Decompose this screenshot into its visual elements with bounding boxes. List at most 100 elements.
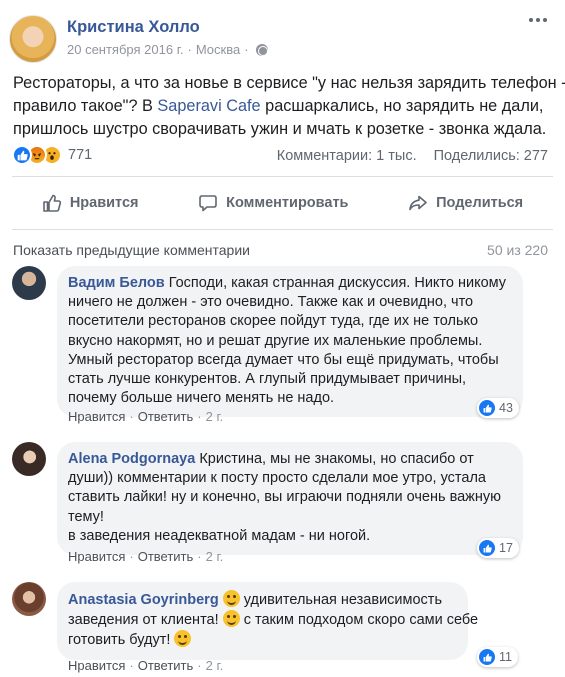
- share-arrow-icon: [409, 195, 427, 211]
- comment-actions-dot: ·: [129, 658, 134, 673]
- post-text-fragment: расшаркались, но зарядить не дали,: [260, 97, 544, 115]
- post-stats: Комментарии: 1 тыс. Поделились: 277: [277, 148, 548, 164]
- comment-text: Кристина, мы не знакомы, но спасибо от: [195, 451, 474, 467]
- comment-like-link[interactable]: Нравится: [68, 549, 125, 564]
- commenter-name[interactable]: Anastasia Goyrinberg: [68, 592, 219, 608]
- comment-reactions[interactable]: 43: [477, 398, 519, 418]
- post-meta: 20 сентября 2016 г. · Москва ·: [67, 42, 268, 57]
- post-text-line: правило такое"? В Saperavi Cafe расшарка…: [13, 95, 553, 118]
- comment-reply-link[interactable]: Ответить: [138, 409, 194, 424]
- comment-likes-count: 11: [499, 650, 512, 664]
- comment-text: готовить будут!: [68, 632, 175, 649]
- comment-actions: Нравится · Ответить · 2 г.: [68, 658, 223, 673]
- smile-emoji-icon: [222, 610, 240, 628]
- commenter-name[interactable]: Вадим Белов: [68, 275, 165, 291]
- meta-separator: ·: [244, 42, 249, 57]
- comment-actions-dot: ·: [197, 549, 202, 564]
- comment-text: с таким подходом скоро сами себе: [239, 612, 479, 629]
- divider: [12, 176, 553, 177]
- commenter-avatar[interactable]: [12, 266, 46, 300]
- comment-text: удивительная независимость: [239, 592, 443, 608]
- share-button-label: Поделиться: [436, 195, 524, 211]
- comment-reactions[interactable]: 11: [477, 647, 518, 667]
- comment-bubble: Alena Podgornaya Кристина, мы не знакомы…: [57, 442, 523, 556]
- like-icon: [479, 540, 495, 556]
- commenter-avatar[interactable]: [12, 442, 46, 476]
- smile-emoji-icon: [174, 630, 192, 648]
- comment-actions-dot: ·: [197, 409, 202, 424]
- comment-line: Умный ресторатор всегда думает что бы ещ…: [68, 351, 499, 368]
- comment-line: Alena Podgornaya Кристина, мы не знакомы…: [68, 450, 511, 469]
- reactions-summary[interactable]: 771: [12, 145, 92, 165]
- comment-button[interactable]: Комментировать: [198, 193, 348, 213]
- post-text: Рестораторы, а что за новье в сервисе "у…: [13, 72, 565, 141]
- comment-likes-count: 43: [499, 401, 513, 415]
- comment-line: тему!: [68, 508, 104, 525]
- comment-line: Вадим Белов Господи, какая странная диск…: [68, 274, 511, 293]
- comment-line: посетители ресторанов скорее пойдут туда…: [68, 313, 479, 330]
- like-icon: [479, 649, 495, 665]
- comment-time[interactable]: 2 г.: [206, 658, 224, 673]
- like-button[interactable]: Нравится: [42, 193, 139, 213]
- comment-bubble-icon: [199, 195, 217, 212]
- comment-line: Anastasia Goyrinberg удивительная незави…: [68, 590, 456, 610]
- comment-actions-dot: ·: [129, 409, 134, 424]
- like-button-label: Нравится: [69, 195, 139, 211]
- comment-actions: Нравится · Ответить · 2 г.: [68, 549, 223, 564]
- comment-reply-link[interactable]: Ответить: [138, 549, 194, 564]
- like-icon: [12, 145, 32, 165]
- comment-text: заведения от клиента!: [68, 612, 223, 629]
- like-icon: [479, 400, 495, 416]
- post-text-fragment: правило такое"? В: [13, 97, 158, 115]
- divider: [12, 229, 553, 230]
- thumbs-up-icon: [43, 194, 61, 212]
- comment-likes-count: 17: [499, 541, 513, 555]
- comment-actions-dot: ·: [129, 549, 134, 564]
- comment-like-link[interactable]: Нравится: [68, 658, 125, 673]
- comment-button-label: Комментировать: [226, 195, 349, 211]
- author-name[interactable]: Кристина Холло: [67, 18, 200, 37]
- post-action-bar: Нравится Комментировать Поделиться: [12, 183, 553, 223]
- comment-text: Господи, какая странная дискуссия. Никто…: [164, 275, 507, 291]
- more-dot-icon: [536, 18, 540, 22]
- comment-time[interactable]: 2 г.: [206, 549, 224, 564]
- comment-line: ставить лайки! ну и конечно, вы играючи …: [68, 489, 502, 506]
- comment-line: ничего не должен - это очевидно. Также к…: [68, 294, 474, 311]
- facebook-post: Кристина Холло 20 сентября 2016 г. · Мос…: [0, 0, 565, 677]
- comments-pagination-count: 50 из 220: [487, 242, 548, 258]
- comment-actions: Нравится · Ответить · 2 г.: [68, 409, 223, 424]
- share-button[interactable]: Поделиться: [408, 193, 523, 213]
- more-dot-icon: [543, 18, 547, 22]
- shares-count-link[interactable]: Поделились: 277: [434, 148, 548, 164]
- author-avatar[interactable]: [9, 15, 57, 63]
- globe-icon: [255, 43, 268, 56]
- comment-line: души)) комментарии к посту просто сделал…: [68, 470, 486, 487]
- more-dot-icon: [529, 18, 533, 22]
- show-previous-comments-link[interactable]: Показать предыдущие комментарии: [13, 242, 250, 258]
- post-text-line: пришлось шустро сворачивать ужин и мчать…: [13, 120, 547, 138]
- comment-bubble: Вадим Белов Господи, какая странная диск…: [57, 266, 523, 418]
- comment-line: почему больше ничего менять не надо.: [68, 390, 335, 407]
- post-date[interactable]: 20 сентября 2016 г.: [67, 42, 183, 57]
- comment-line: в заведения неадекватной мадам - ни ного…: [68, 527, 371, 544]
- comment-line: готовить будут!: [68, 630, 456, 650]
- comment-bubble: Anastasia Goyrinberg удивительная незави…: [57, 582, 478, 660]
- commenter-avatar[interactable]: [12, 582, 46, 616]
- post-text-line: Рестораторы, а что за новье в сервисе "у…: [13, 74, 565, 92]
- comment-reply-link[interactable]: Ответить: [138, 658, 194, 673]
- laughing-emoji-icon: [222, 590, 240, 607]
- saperavi-cafe-link[interactable]: Saperavi Cafe: [157, 97, 260, 115]
- meta-separator: ·: [187, 42, 192, 57]
- comments-count-link[interactable]: Комментарии: 1 тыс.: [277, 148, 417, 164]
- commenter-name[interactable]: Alena Podgornaya: [68, 451, 195, 467]
- comment-time[interactable]: 2 г.: [206, 409, 224, 424]
- reactions-count: 771: [68, 147, 93, 163]
- comment-line: заведения от клиента! с таким подходом с…: [68, 610, 478, 630]
- comment-reactions[interactable]: 17: [477, 538, 519, 558]
- comment-line: вкусно накормят, но и решат другие их ма…: [68, 332, 483, 349]
- more-options-button[interactable]: [529, 18, 547, 22]
- post-location[interactable]: Москва: [196, 42, 240, 57]
- comment-actions-dot: ·: [197, 658, 202, 673]
- comment-line: стать лучше конкурентов. А глупый придум…: [68, 371, 467, 388]
- comment-like-link[interactable]: Нравится: [68, 409, 125, 424]
